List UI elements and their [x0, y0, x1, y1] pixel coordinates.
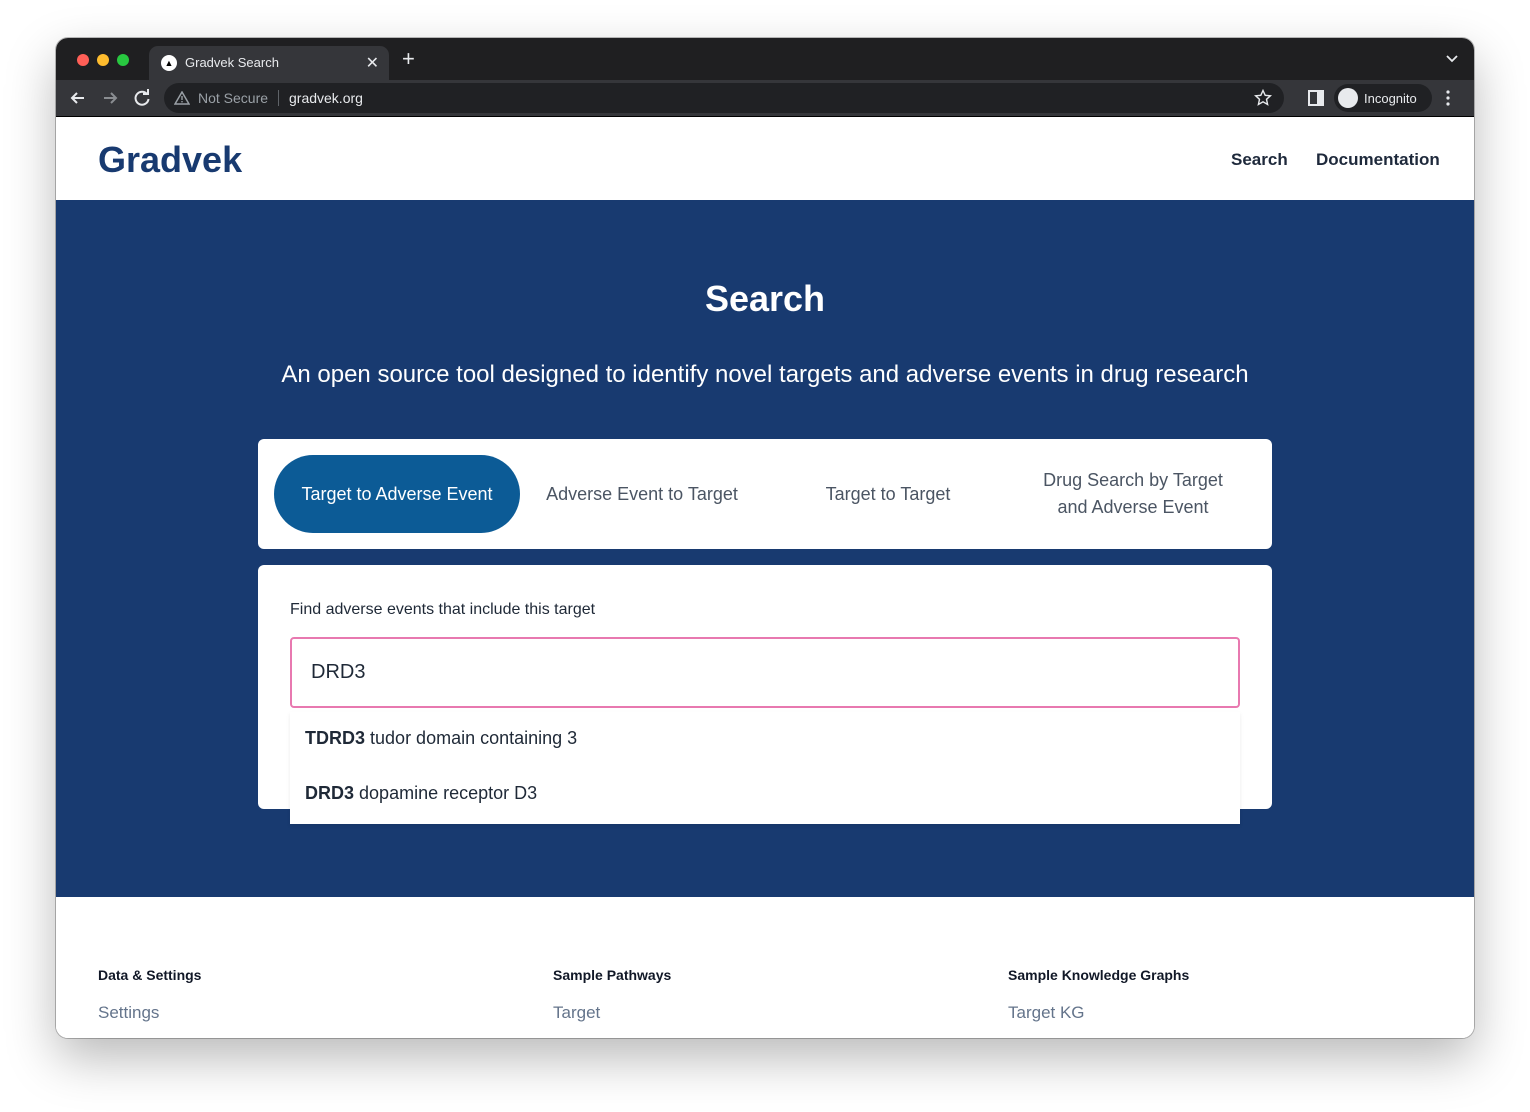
chevron-down-icon[interactable]: [1446, 52, 1458, 64]
site-header: Gradvek Search Documentation: [56, 117, 1474, 200]
browser-window: ▲ Gradvek Search ✕ + Not Secure gradvek.…: [56, 38, 1474, 1038]
suggestion-item[interactable]: TDRD3 tudor domain containing 3: [305, 728, 577, 749]
browser-toolbar: Not Secure gradvek.org Incognito: [56, 80, 1474, 117]
forward-arrow-icon[interactable]: [100, 88, 120, 108]
security-status[interactable]: Not Secure: [198, 90, 268, 106]
target-search-input[interactable]: [290, 637, 1240, 708]
browser-tab[interactable]: ▲ Gradvek Search ✕: [149, 46, 389, 80]
nav-link-documentation[interactable]: Documentation: [1316, 150, 1440, 170]
url-text[interactable]: gradvek.org: [289, 90, 363, 106]
site-footer: Data & Settings Settings Sample Pathways…: [56, 897, 1474, 1038]
tab-title: Gradvek Search: [185, 55, 279, 70]
incognito-profile-button[interactable]: Incognito: [1334, 84, 1432, 112]
site-logo[interactable]: Gradvek: [98, 139, 242, 181]
bookmark-star-icon[interactable]: [1254, 89, 1272, 107]
address-bar[interactable]: Not Secure gradvek.org: [164, 83, 1284, 113]
footer-heading-sample-pathways: Sample Pathways: [553, 967, 672, 983]
warning-triangle-icon: [174, 91, 190, 105]
close-tab-icon[interactable]: ✕: [366, 53, 379, 73]
search-mode-tabs: Target to Adverse Event Adverse Event to…: [258, 439, 1272, 549]
incognito-icon: [1338, 88, 1358, 108]
search-field-label: Find adverse events that include this ta…: [290, 601, 596, 618]
more-menu-icon[interactable]: [1446, 90, 1450, 106]
minimize-window-button[interactable]: [97, 54, 109, 66]
tab-adverse-event-to-target[interactable]: Adverse Event to Target: [519, 455, 765, 533]
reload-icon[interactable]: [132, 88, 152, 108]
suggestion-item[interactable]: DRD3 dopamine receptor D3: [305, 783, 537, 804]
suggestion-symbol: DRD3: [305, 783, 355, 803]
omnibox-divider: [278, 90, 279, 106]
profile-label: Incognito: [1364, 91, 1417, 106]
suggestion-symbol: TDRD3: [305, 728, 366, 748]
maximize-window-button[interactable]: [117, 54, 129, 66]
page-title: Search: [704, 278, 826, 319]
suggestion-name: tudor domain containing 3: [370, 728, 578, 748]
footer-heading-data-settings: Data & Settings: [98, 967, 202, 983]
hero-section: Search An open source tool designed to i…: [56, 200, 1474, 897]
footer-link-target-kg[interactable]: Target KG: [1008, 1003, 1085, 1023]
suggestion-name: dopamine receptor D3: [359, 783, 538, 803]
tab-target-to-adverse-event[interactable]: Target to Adverse Event: [274, 455, 520, 533]
nav-link-search[interactable]: Search: [1231, 150, 1288, 170]
side-panel-icon[interactable]: [1308, 90, 1324, 106]
tab-drug-search-by-target-and-adverse-event[interactable]: Drug Search by Target and Adverse Event: [1010, 455, 1256, 533]
footer-link-target[interactable]: Target: [553, 1003, 600, 1023]
page-subtitle: An open source tool designed to identify…: [281, 361, 1249, 388]
back-arrow-icon[interactable]: [68, 88, 88, 108]
footer-link-settings[interactable]: Settings: [98, 1003, 159, 1023]
triangle-favicon-icon: ▲: [161, 55, 177, 71]
close-window-button[interactable]: [77, 54, 89, 66]
autocomplete-dropdown: TDRD3 tudor domain containing 3 DRD3 dop…: [290, 712, 1240, 824]
tab-target-to-target[interactable]: Target to Target: [765, 455, 1011, 533]
browser-titlebar: ▲ Gradvek Search ✕ +: [56, 38, 1474, 80]
new-tab-button[interactable]: +: [402, 48, 415, 70]
footer-heading-sample-knowledge-graphs: Sample Knowledge Graphs: [1008, 967, 1190, 983]
web-page: Gradvek Search Documentation Search An o…: [56, 117, 1474, 1038]
